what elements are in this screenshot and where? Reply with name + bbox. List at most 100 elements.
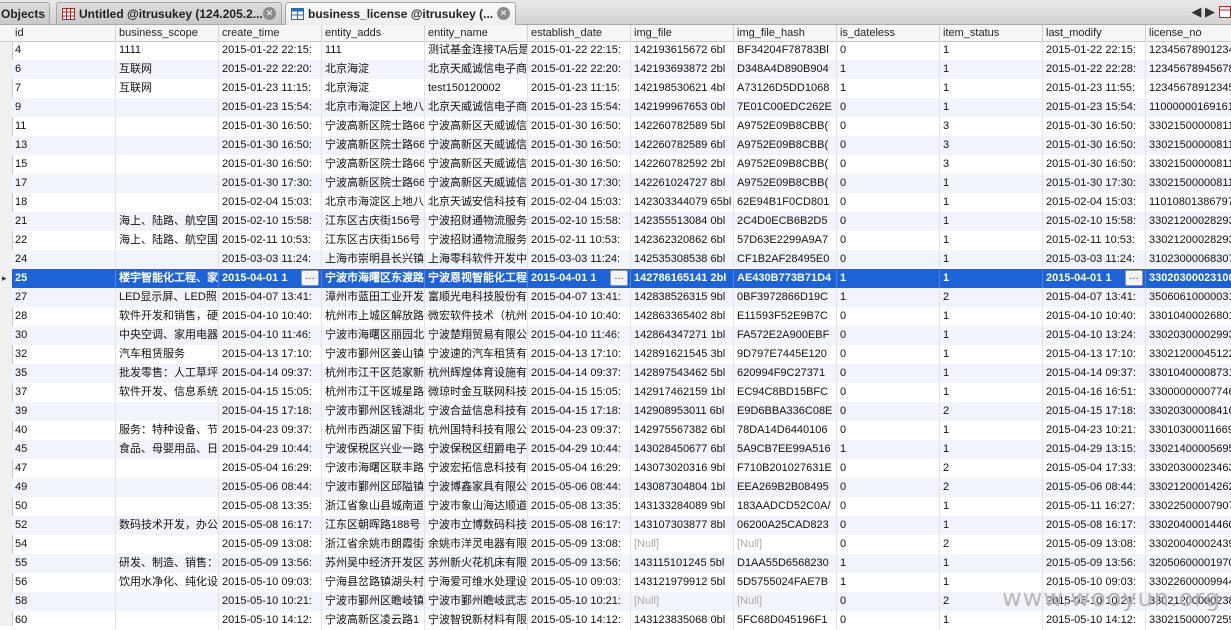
cell-last-modify[interactable]: 2015-05-10 14:12: bbox=[1043, 611, 1146, 630]
table-row[interactable]: 21 海上、陆路、航空国 2015-02-10 15:58: 江东区古庆街156号 宁波… bbox=[12, 212, 1231, 231]
cell-entity-adds[interactable]: 北京海淀 bbox=[322, 60, 425, 79]
cell-establish-date[interactable]: 2015-04-10 10:40: bbox=[528, 307, 631, 326]
table-row[interactable]: 35 批发零售：人工草坪 2015-04-14 09:37: 杭州市江干区范家新 杭州辉… bbox=[12, 364, 1231, 383]
cell-entity-name[interactable]: 宁波招财通物流服务 bbox=[425, 212, 528, 231]
cell-img-file-hash[interactable]: 57D63E2299A9A7 bbox=[734, 231, 837, 250]
cell-business-scope[interactable]: 汽车租赁服务 bbox=[116, 345, 219, 364]
cell-img-file-hash[interactable]: E9D6BBA336C08E bbox=[734, 402, 837, 421]
cell-create-time[interactable]: 2015-04-15 17:18: bbox=[219, 402, 322, 421]
cell-id[interactable]: 21 bbox=[12, 212, 116, 231]
column-header-last-modify[interactable]: last_modify bbox=[1043, 25, 1146, 41]
cell-business-scope[interactable]: 中央空调、家用电器 bbox=[116, 326, 219, 345]
cell-establish-date[interactable]: 2015-04-15 17:18: bbox=[528, 402, 631, 421]
cell-establish-date[interactable]: 2015-04-07 13:41: bbox=[528, 288, 631, 307]
cell-img-file-hash[interactable]: 06200A25CAD823 bbox=[734, 516, 837, 535]
cell-entity-name[interactable]: 宁波速的汽车租赁有 bbox=[425, 345, 528, 364]
table-row[interactable]: 7 互联网 2015-01-23 11:15: 北京海淀 test150120002 20… bbox=[12, 79, 1231, 98]
cell-img-file[interactable]: [Null] bbox=[631, 535, 734, 554]
cell-entity-adds[interactable]: 漳州市蓝田工业开发 bbox=[322, 288, 425, 307]
cell-create-time[interactable]: 2015-04-29 10:44: bbox=[219, 440, 322, 459]
cell-img-file[interactable]: 142917462159 1bl bbox=[631, 383, 734, 402]
cell-establish-date[interactable]: 2015-05-06 08:44: bbox=[528, 478, 631, 497]
cell-business-scope[interactable]: 食品、母婴用品、日 bbox=[116, 440, 219, 459]
cell-entity-name[interactable]: 宁波高新区天威诚信 bbox=[425, 136, 528, 155]
cell-establish-date[interactable]: 2015-05-08 13:35: bbox=[528, 497, 631, 516]
cell-license-no[interactable]: 35060610000031 bbox=[1146, 288, 1231, 307]
cell-business-scope[interactable] bbox=[116, 136, 219, 155]
cell-img-file[interactable]: 142838526315 9bl bbox=[631, 288, 734, 307]
cell-img-file-hash[interactable]: A73126D5DD1068 bbox=[734, 79, 837, 98]
cell-img-file-hash[interactable]: A9752E09B8CBB( bbox=[734, 136, 837, 155]
cell-item-status[interactable]: 1 bbox=[940, 193, 1043, 212]
cell-img-file-hash[interactable]: EEA269B2B08495 bbox=[734, 478, 837, 497]
cell-img-file-hash[interactable]: D348A4D890B904 bbox=[734, 60, 837, 79]
cell-business-scope[interactable]: 软件开发和销售，硬 bbox=[116, 307, 219, 326]
cell-id[interactable]: 28 bbox=[12, 307, 116, 326]
cell-last-modify[interactable]: 2015-05-06 08:44: bbox=[1043, 478, 1146, 497]
cell-img-file-hash[interactable]: D1AA55D6568230 bbox=[734, 554, 837, 573]
cell-create-time[interactable]: 2015-01-30 16:50: bbox=[219, 136, 322, 155]
cell-entity-adds[interactable]: 宁波市鄞州区邱隘镇 bbox=[322, 478, 425, 497]
cell-establish-date[interactable]: 2015-03-03 11:24: bbox=[528, 250, 631, 269]
cell-entity-name[interactable]: 杭州辉煌体育设施有 bbox=[425, 364, 528, 383]
cell-license-no[interactable]: 33021200014262 bbox=[1146, 478, 1231, 497]
cell-item-status[interactable]: 1 bbox=[940, 231, 1043, 250]
cell-is-dateless[interactable]: 0 bbox=[837, 592, 940, 611]
cell-establish-date[interactable]: 2015-02-10 15:58: bbox=[528, 212, 631, 231]
cell-item-status[interactable]: 1 bbox=[940, 326, 1043, 345]
cell-entity-name[interactable]: 宁波高新区天威诚信 bbox=[425, 174, 528, 193]
cell-id[interactable]: 13 bbox=[12, 136, 116, 155]
cell-license-no[interactable]: 33000000007746 bbox=[1146, 383, 1231, 402]
cell-business-scope[interactable]: 饮用水净化、纯化设 bbox=[116, 573, 219, 592]
cell-business-scope[interactable] bbox=[116, 155, 219, 174]
cell-create-time[interactable]: 2015-04-14 09:37: bbox=[219, 364, 322, 383]
table-row[interactable]: 28 软件开发和销售，硬 2015-04-10 10:40: 杭州市上城区解放路 微宏软… bbox=[12, 307, 1231, 326]
cell-entity-adds[interactable]: 北京市海淀区上地八 bbox=[322, 193, 425, 212]
cell-img-file[interactable]: 143123835068 0bl bbox=[631, 611, 734, 630]
cell-license-no[interactable]: 33020400014460 bbox=[1146, 516, 1231, 535]
cell-business-scope[interactable]: 海上、陆路、航空国 bbox=[116, 212, 219, 231]
cell-create-time[interactable]: 2015-05-10 09:03: bbox=[219, 573, 322, 592]
cell-is-dateless[interactable]: 0 bbox=[837, 611, 940, 630]
cell-license-no[interactable]: 33021500000811 bbox=[1146, 155, 1231, 174]
cell-item-status[interactable]: 1 bbox=[940, 611, 1043, 630]
cell-license-no[interactable]: 12345678901234 bbox=[1146, 41, 1231, 60]
cell-business-scope[interactable] bbox=[116, 459, 219, 478]
tab-business-license[interactable]: business_license @itrusukey (... ✕ bbox=[285, 2, 516, 25]
cell-last-modify[interactable]: 2015-04-15 17:18: bbox=[1043, 402, 1146, 421]
cell-id[interactable]: 56 bbox=[12, 573, 116, 592]
cell-create-time[interactable]: 2015-01-30 16:50: bbox=[219, 155, 322, 174]
cell-create-time[interactable]: 2015-01-22 22:20: bbox=[219, 60, 322, 79]
cell-establish-date[interactable]: 2015-01-22 22:20: bbox=[528, 60, 631, 79]
cell-is-dateless[interactable]: 1 bbox=[837, 554, 940, 573]
cell-last-modify[interactable]: 2015-01-23 11:55: bbox=[1043, 79, 1146, 98]
cell-img-file-hash[interactable]: BF34204F78783Bl bbox=[734, 41, 837, 60]
cell-is-dateless[interactable]: 0 bbox=[837, 535, 940, 554]
table-row[interactable]: 55 研发、制造、销售： 2015-05-09 13:56: 苏州吴中经济开发区 苏州新… bbox=[12, 554, 1231, 573]
cell-img-file[interactable]: 142260782589 5bl bbox=[631, 117, 734, 136]
cell-id[interactable]: 11 bbox=[12, 117, 116, 136]
cell-establish-date[interactable]: 2015-01-22 22:15: bbox=[528, 41, 631, 60]
table-row[interactable]: 17 2015-01-30 17:30: 宁波高新区院士路66 宁波高新区天威诚信 20… bbox=[12, 174, 1231, 193]
cell-img-file[interactable]: 143115101245 5bl bbox=[631, 554, 734, 573]
cell-last-modify[interactable]: 2015-01-30 17:30: bbox=[1043, 174, 1146, 193]
cell-establish-date[interactable]: 2015-05-10 10:21: bbox=[528, 592, 631, 611]
cell-license-no[interactable]: 32050600001970 bbox=[1146, 554, 1231, 573]
cell-img-file[interactable]: 143028450677 6bl bbox=[631, 440, 734, 459]
cell-establish-date[interactable]: 2015-04-29 10:44: bbox=[528, 440, 631, 459]
cell-entity-adds[interactable]: 宁波市海曙区丽园北 bbox=[322, 326, 425, 345]
cell-license-no[interactable]: 33021500000811 bbox=[1146, 174, 1231, 193]
cell-entity-name[interactable]: 北京天诚安信科技有 bbox=[425, 193, 528, 212]
table-row[interactable]: 18 2015-02-04 15:03: 北京市海淀区上地八 北京天诚安信科技有 201… bbox=[12, 193, 1231, 212]
cell-business-scope[interactable]: 互联网 bbox=[116, 79, 219, 98]
cell-last-modify[interactable]: 2015-04-07 13:41: bbox=[1043, 288, 1146, 307]
cell-img-file[interactable]: 142891621545 3bl bbox=[631, 345, 734, 364]
cell-last-modify[interactable]: 2015-04-13 17:10: bbox=[1043, 345, 1146, 364]
column-header-entity-adds[interactable]: entity_adds bbox=[322, 25, 425, 41]
cell-img-file-hash[interactable]: A9752E09B8CBB( bbox=[734, 155, 837, 174]
column-header-id[interactable]: id bbox=[12, 25, 116, 41]
cell-is-dateless[interactable]: 1 bbox=[837, 79, 940, 98]
cell-edit-ellipsis-button[interactable]: … bbox=[301, 270, 319, 286]
cell-img-file[interactable]: 142975567382 6bl bbox=[631, 421, 734, 440]
cell-is-dateless[interactable]: 0 bbox=[837, 497, 940, 516]
